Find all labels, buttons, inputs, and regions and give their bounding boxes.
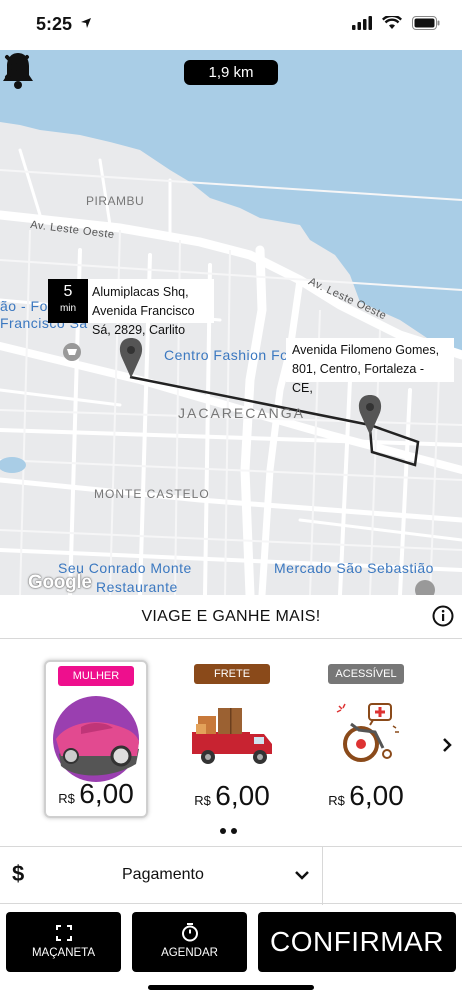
- wifi-icon: [382, 16, 402, 29]
- car-icon: [53, 696, 139, 782]
- signal-icon: [352, 16, 372, 30]
- ride-price: R$ 6,00: [180, 780, 284, 812]
- confirm-label: CONFIRMAR: [269, 926, 445, 957]
- macaneta-label: MAÇANETA: [31, 947, 96, 959]
- map-label-centro-fashion: Centro Fashion Fo: [164, 347, 289, 363]
- distance-badge: 1,9 km: [184, 60, 278, 85]
- battery-icon: [412, 16, 440, 30]
- promo-title: VIAGE E GANHE MAIS!: [141, 608, 321, 625]
- eta-box: 5 min: [48, 279, 88, 323]
- confirm-button[interactable]: CONFIRMAR: [258, 912, 456, 972]
- promo-bar: VIAGE E GANHE MAIS!: [0, 595, 462, 639]
- price-value: 6,00: [349, 780, 404, 811]
- ride-badge: MULHER: [58, 666, 134, 686]
- map-label-monte-castelo: MONTE CASTELO: [94, 487, 210, 501]
- ride-option-mulher[interactable]: MULHER R$ 6,00: [44, 660, 148, 818]
- eta-unit: min: [59, 303, 77, 314]
- home-indicator: [148, 985, 314, 990]
- expand-icon: [55, 925, 72, 941]
- map-label-pirambu: PIRAMBU: [86, 194, 145, 208]
- shopping-poi-icon: [63, 343, 81, 361]
- dollar-icon: $: [12, 861, 25, 886]
- map-label-restaurante: Restaurante: [96, 579, 178, 595]
- price-value: 6,00: [79, 778, 134, 809]
- next-arrow-icon[interactable]: [440, 736, 454, 754]
- ride-badge: FRETE: [194, 664, 270, 684]
- close-icon[interactable]: [0, 50, 34, 84]
- ride-badge: ACESSÍVEL: [328, 664, 404, 684]
- map-label-mercado: Mercado São Sebastião: [274, 560, 434, 576]
- ride-price: R$ 6,00: [46, 778, 146, 810]
- price-value: 6,00: [215, 780, 270, 811]
- location-arrow-icon: [81, 18, 91, 28]
- status-bar: 5:25: [0, 0, 462, 50]
- stopwatch-icon: [181, 923, 198, 942]
- payment-label: Pagamento: [122, 866, 204, 883]
- wheelchair-icon: [336, 703, 399, 762]
- ride-option-frete[interactable]: FRETE R$ 6,00: [180, 660, 284, 818]
- info-icon[interactable]: [432, 605, 454, 627]
- ride-options: MULHER R$ 6,00 FRETE R$ 6,00 ACESSÍVEL R…: [0, 640, 462, 845]
- google-logo: Google: [28, 572, 92, 593]
- ride-price: R$ 6,00: [314, 780, 418, 812]
- route-map[interactable]: PIRAMBU Av. Leste Oeste Av. Leste Oeste …: [0, 50, 462, 595]
- divider: [322, 847, 323, 905]
- agendar-label: AGENDAR: [161, 947, 218, 959]
- agendar-button[interactable]: AGENDAR: [132, 912, 247, 972]
- chevron-down-icon[interactable]: [294, 869, 310, 881]
- macaneta-button[interactable]: MAÇANETA: [6, 912, 121, 972]
- price-currency: R$: [58, 791, 75, 806]
- map-label-jacarecanga: JACARECANGA: [178, 405, 306, 421]
- price-currency: R$: [194, 793, 211, 808]
- payment-selector[interactable]: $ Pagamento: [0, 846, 462, 905]
- origin-address: Alumiplacas Shq, Avenida Francisco Sá, 2…: [88, 279, 214, 337]
- ride-option-acessivel[interactable]: ACESSÍVEL R$ 6,00: [314, 660, 418, 818]
- destination-address: Avenida Filomeno Gomes, 801, Centro, For…: [286, 338, 454, 395]
- price-currency: R$: [328, 793, 345, 808]
- truck-icon: [192, 708, 272, 764]
- page-dots: [220, 828, 237, 834]
- status-time: 5:25: [36, 14, 73, 34]
- eta-value: 5: [63, 283, 73, 300]
